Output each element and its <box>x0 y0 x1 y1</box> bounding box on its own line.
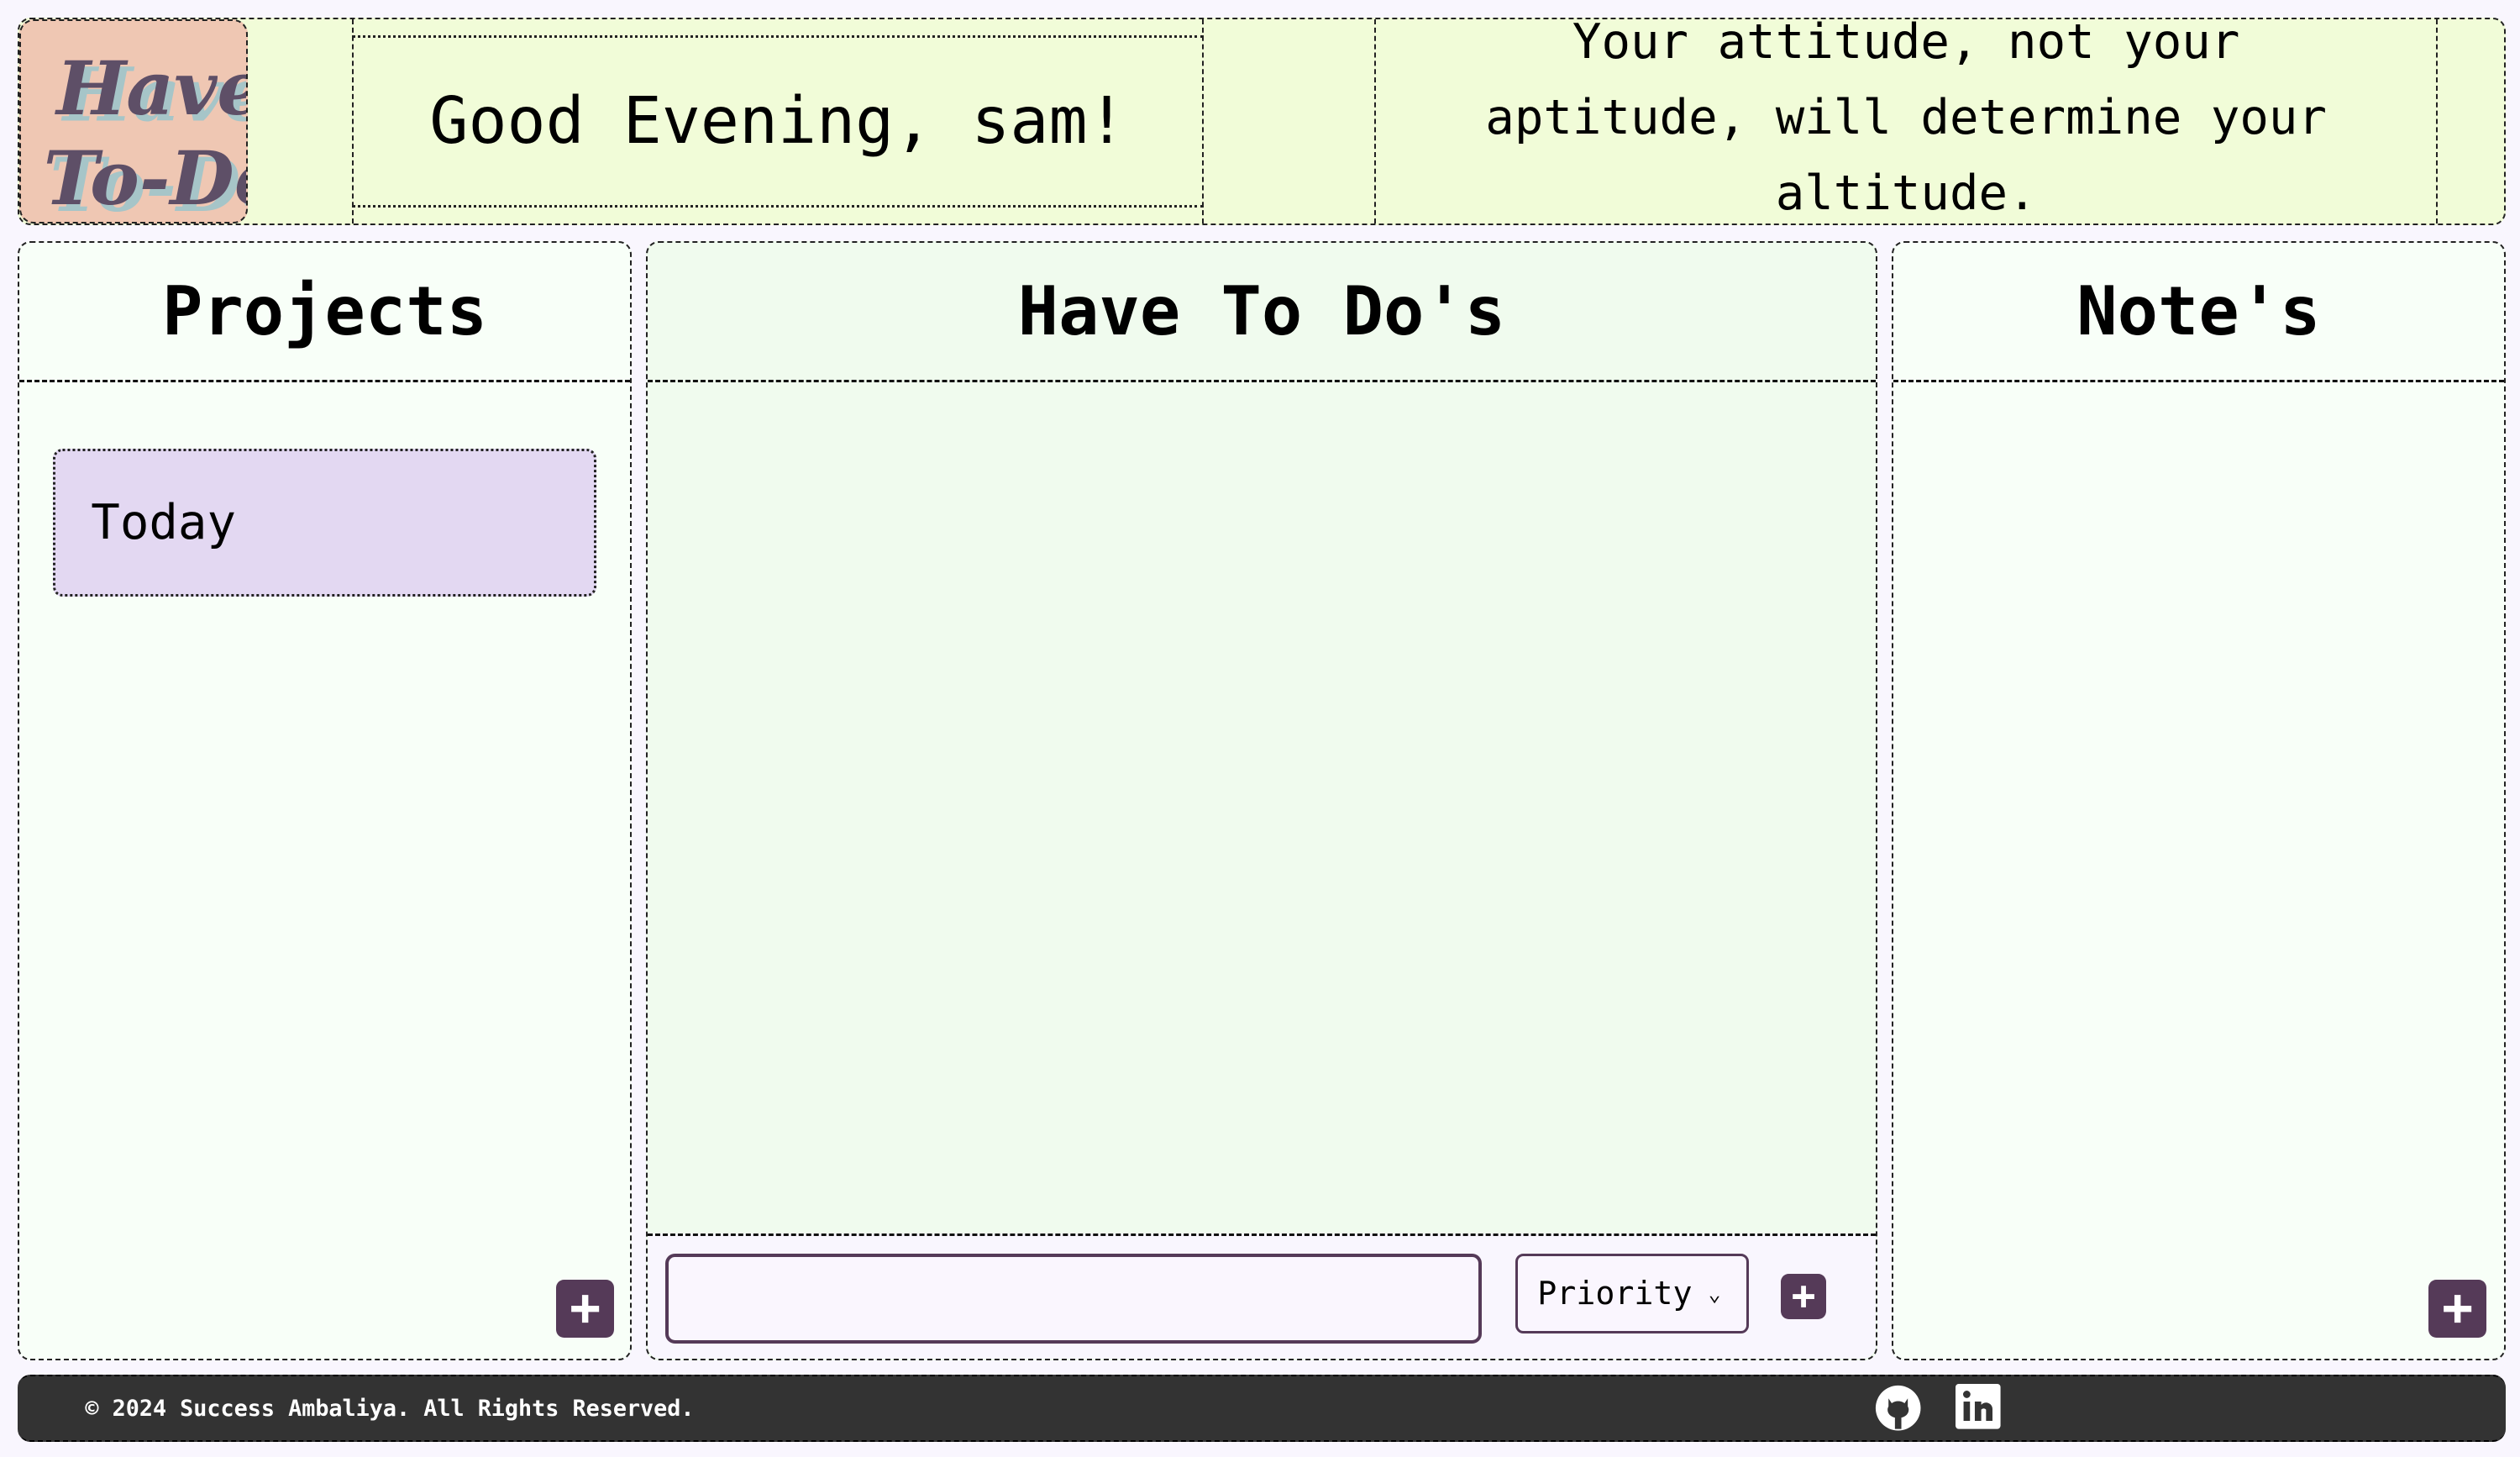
notes-title: Note's <box>1893 243 2504 382</box>
svg-text:To-Do: To-Do <box>44 134 248 222</box>
add-project-button[interactable] <box>556 1280 614 1338</box>
priority-select-value: Priority <box>1537 1274 1693 1312</box>
todos-panel: Have To Do's Priority ⌄ <box>646 240 1877 1360</box>
todo-input-bar: Priority ⌄ <box>648 1233 1876 1359</box>
svg-text:Have: Have <box>54 45 248 132</box>
projects-panel: Projects Today <box>18 240 632 1360</box>
add-note-button[interactable] <box>2428 1280 2486 1338</box>
copyright-text: © 2024 Success Ambaliya. All Rights Rese… <box>85 1395 695 1422</box>
notes-panel: Note's <box>1891 240 2506 1360</box>
logo: Have Have To-Do To-Do <box>18 18 248 224</box>
github-icon[interactable] <box>1874 1384 1922 1432</box>
todos-title: Have To Do's <box>648 243 1876 382</box>
plus-icon <box>1792 1286 1814 1308</box>
todo-input[interactable] <box>665 1253 1483 1344</box>
linkedin-icon[interactable] <box>1956 1384 2002 1429</box>
footer: © 2024 Success Ambaliya. All Rights Rese… <box>18 1374 2506 1443</box>
plus-icon <box>2443 1294 2472 1323</box>
project-item-today[interactable]: Today <box>53 448 596 597</box>
plus-icon <box>570 1294 600 1323</box>
projects-title: Projects <box>19 243 630 382</box>
priority-select[interactable]: Priority ⌄ <box>1515 1253 1749 1334</box>
add-todo-button[interactable] <box>1781 1274 1826 1320</box>
chevron-down-icon: ⌄ <box>1708 1281 1721 1306</box>
greeting: Good Evening, sam! <box>352 35 1205 208</box>
quote: Your attitude, not your aptitude, will d… <box>1485 13 2328 221</box>
